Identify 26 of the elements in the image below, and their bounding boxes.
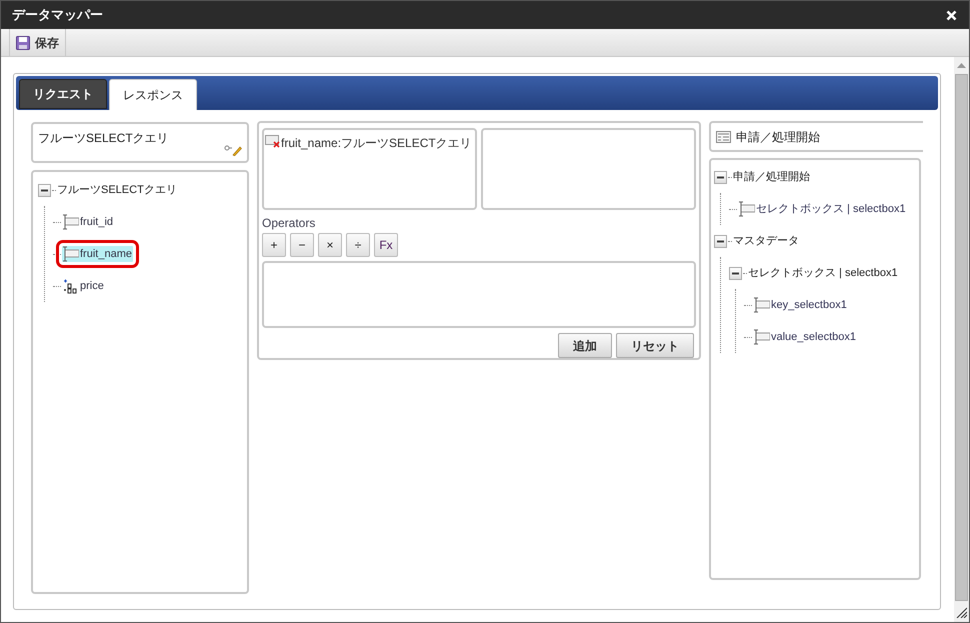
tree-item[interactable]: fruit_name — [62, 246, 133, 262]
add-button[interactable]: 追加 — [558, 333, 612, 358]
reset-button[interactable]: リセット — [616, 333, 694, 358]
operator-button[interactable]: × — [318, 233, 342, 257]
input-box[interactable]: fruit_name:フルーツSELECTクエリ — [262, 128, 477, 210]
tab[interactable]: リクエスト — [19, 79, 107, 109]
tree-node-label[interactable]: セレクトボックス | selectbox1 — [748, 264, 898, 282]
tree-node-label[interactable]: 申請／処理開始 — [733, 168, 810, 186]
operator-button[interactable]: ÷ — [346, 233, 370, 257]
tree-node-label[interactable]: フルーツSELECTクエリ — [57, 182, 177, 198]
tree-item[interactable]: fruit_id — [62, 214, 114, 230]
tree-item[interactable]: セレクトボックス | selectbox1 — [738, 200, 907, 218]
window-title: データマッパー — [12, 6, 103, 24]
tab[interactable]: レスポンス — [109, 79, 197, 110]
tree-node-label[interactable]: マスタデータ — [733, 232, 799, 250]
operators-label: Operators — [262, 215, 316, 232]
save-button[interactable]: 保存 — [9, 29, 66, 56]
target-title: 申請／処理開始 — [736, 128, 820, 146]
tree-item[interactable]: key_selectbox1 — [753, 296, 848, 314]
source-title: フルーツSELECTクエリ — [38, 131, 169, 145]
operator-button[interactable]: + — [262, 233, 286, 257]
tree-item[interactable]: value_selectbox1 — [753, 328, 858, 346]
operator-button[interactable]: Fx — [374, 233, 398, 257]
operator-button[interactable]: − — [290, 233, 314, 257]
tree-item[interactable]: price — [62, 278, 105, 294]
mapped-field-label: fruit_name:フルーツSELECTクエリ — [281, 135, 472, 152]
